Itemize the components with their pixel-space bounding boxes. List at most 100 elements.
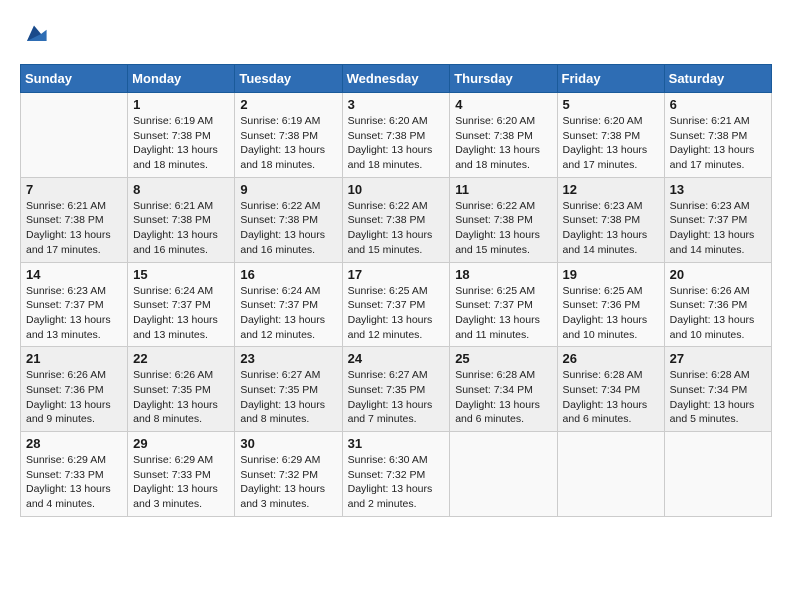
day-number: 29 [133, 436, 229, 451]
calendar-cell: 10 Sunrise: 6:22 AMSunset: 7:38 PMDayligh… [342, 177, 450, 262]
column-header-saturday: Saturday [664, 65, 771, 93]
day-number: 24 [348, 351, 445, 366]
day-info: Sunrise: 6:25 AMSunset: 7:37 PMDaylight:… [455, 284, 551, 343]
day-number: 16 [240, 267, 336, 282]
day-number: 20 [670, 267, 766, 282]
calendar-cell: 27Sunrise: 6:28 AMSunset: 7:34 PMDayligh… [664, 347, 771, 432]
calendar-cell: 9 Sunrise: 6:22 AMSunset: 7:38 PMDaylight… [235, 177, 342, 262]
day-info: Sunrise: 6:28 AMSunset: 7:34 PMDaylight:… [563, 368, 659, 427]
calendar-week-5: 28 Sunrise: 6:29 AMSunset: 7:33 PMDayligh… [21, 432, 772, 517]
day-number: 15 [133, 267, 229, 282]
calendar-cell: 6 Sunrise: 6:21 AMSunset: 7:38 PMDaylight… [664, 93, 771, 178]
calendar-cell: 30 Sunrise: 6:29 AMSunset: 7:32 PMDayligh… [235, 432, 342, 517]
logo [20, 20, 52, 48]
day-info: Sunrise: 6:25 AMSunset: 7:37 PMDaylight:… [348, 284, 445, 343]
day-number: 8 [133, 182, 229, 197]
day-number: 30 [240, 436, 336, 451]
calendar-cell: 15 Sunrise: 6:24 AMSunset: 7:37 PMDayligh… [128, 262, 235, 347]
day-info: Sunrise: 6:26 AMSunset: 7:36 PMDaylight:… [670, 284, 766, 343]
calendar-cell: 12Sunrise: 6:23 AMSunset: 7:38 PMDayligh… [557, 177, 664, 262]
day-number: 25 [455, 351, 551, 366]
calendar-cell: 26 Sunrise: 6:28 AMSunset: 7:34 PMDayligh… [557, 347, 664, 432]
logo-icon [20, 20, 48, 48]
day-number: 18 [455, 267, 551, 282]
day-info: Sunrise: 6:29 AMSunset: 7:33 PMDaylight:… [26, 453, 122, 512]
column-header-tuesday: Tuesday [235, 65, 342, 93]
day-info: Sunrise: 6:29 AMSunset: 7:33 PMDaylight:… [133, 453, 229, 512]
day-number: 5 [563, 97, 659, 112]
day-info: Sunrise: 6:21 AMSunset: 7:38 PMDaylight:… [670, 114, 766, 173]
calendar-cell: 19Sunrise: 6:25 AMSunset: 7:36 PMDayligh… [557, 262, 664, 347]
calendar-cell: 25Sunrise: 6:28 AMSunset: 7:34 PMDayligh… [450, 347, 557, 432]
calendar-cell: 29 Sunrise: 6:29 AMSunset: 7:33 PMDayligh… [128, 432, 235, 517]
day-number: 21 [26, 351, 122, 366]
calendar-body: 1 Sunrise: 6:19 AMSunset: 7:38 PMDaylight… [21, 93, 772, 517]
calendar-week-2: 7 Sunrise: 6:21 AMSunset: 7:38 PMDaylight… [21, 177, 772, 262]
day-number: 9 [240, 182, 336, 197]
day-number: 7 [26, 182, 122, 197]
day-number: 28 [26, 436, 122, 451]
day-number: 6 [670, 97, 766, 112]
column-header-monday: Monday [128, 65, 235, 93]
day-number: 13 [670, 182, 766, 197]
calendar-cell: 21Sunrise: 6:26 AMSunset: 7:36 PMDayligh… [21, 347, 128, 432]
day-info: Sunrise: 6:27 AMSunset: 7:35 PMDaylight:… [348, 368, 445, 427]
calendar-cell: 31Sunrise: 6:30 AMSunset: 7:32 PMDayligh… [342, 432, 450, 517]
calendar-header: SundayMondayTuesdayWednesdayThursdayFrid… [21, 65, 772, 93]
calendar-cell: 28 Sunrise: 6:29 AMSunset: 7:33 PMDayligh… [21, 432, 128, 517]
column-header-wednesday: Wednesday [342, 65, 450, 93]
day-info: Sunrise: 6:24 AMSunset: 7:37 PMDaylight:… [240, 284, 336, 343]
day-info: Sunrise: 6:22 AMSunset: 7:38 PMDaylight:… [455, 199, 551, 258]
day-number: 11 [455, 182, 551, 197]
day-number: 26 [563, 351, 659, 366]
day-number: 4 [455, 97, 551, 112]
calendar-table: SundayMondayTuesdayWednesdayThursdayFrid… [20, 64, 772, 517]
calendar-week-4: 21Sunrise: 6:26 AMSunset: 7:36 PMDayligh… [21, 347, 772, 432]
calendar-cell [664, 432, 771, 517]
column-header-thursday: Thursday [450, 65, 557, 93]
calendar-cell: 5 Sunrise: 6:20 AMSunset: 7:38 PMDaylight… [557, 93, 664, 178]
day-number: 23 [240, 351, 336, 366]
calendar-cell: 14Sunrise: 6:23 AMSunset: 7:37 PMDayligh… [21, 262, 128, 347]
calendar-cell: 8Sunrise: 6:21 AMSunset: 7:38 PMDaylight… [128, 177, 235, 262]
day-info: Sunrise: 6:23 AMSunset: 7:37 PMDaylight:… [670, 199, 766, 258]
calendar-cell: 2Sunrise: 6:19 AMSunset: 7:38 PMDaylight… [235, 93, 342, 178]
calendar-cell: 3Sunrise: 6:20 AMSunset: 7:38 PMDaylight… [342, 93, 450, 178]
day-info: Sunrise: 6:27 AMSunset: 7:35 PMDaylight:… [240, 368, 336, 427]
day-info: Sunrise: 6:29 AMSunset: 7:32 PMDaylight:… [240, 453, 336, 512]
day-number: 2 [240, 97, 336, 112]
day-number: 17 [348, 267, 445, 282]
calendar-cell [557, 432, 664, 517]
calendar-cell: 22Sunrise: 6:26 AMSunset: 7:35 PMDayligh… [128, 347, 235, 432]
day-info: Sunrise: 6:20 AMSunset: 7:38 PMDaylight:… [563, 114, 659, 173]
day-info: Sunrise: 6:24 AMSunset: 7:37 PMDaylight:… [133, 284, 229, 343]
calendar-week-1: 1 Sunrise: 6:19 AMSunset: 7:38 PMDaylight… [21, 93, 772, 178]
calendar-cell [450, 432, 557, 517]
day-number: 1 [133, 97, 229, 112]
day-info: Sunrise: 6:26 AMSunset: 7:35 PMDaylight:… [133, 368, 229, 427]
day-number: 3 [348, 97, 445, 112]
calendar-week-3: 14Sunrise: 6:23 AMSunset: 7:37 PMDayligh… [21, 262, 772, 347]
calendar-cell: 17 Sunrise: 6:25 AMSunset: 7:37 PMDayligh… [342, 262, 450, 347]
day-info: Sunrise: 6:20 AMSunset: 7:38 PMDaylight:… [455, 114, 551, 173]
day-info: Sunrise: 6:21 AMSunset: 7:38 PMDaylight:… [26, 199, 122, 258]
calendar-cell: 1 Sunrise: 6:19 AMSunset: 7:38 PMDaylight… [128, 93, 235, 178]
day-number: 14 [26, 267, 122, 282]
calendar-cell: 24 Sunrise: 6:27 AMSunset: 7:35 PMDayligh… [342, 347, 450, 432]
page-header [20, 20, 772, 48]
column-header-sunday: Sunday [21, 65, 128, 93]
calendar-cell: 16 Sunrise: 6:24 AMSunset: 7:37 PMDayligh… [235, 262, 342, 347]
day-info: Sunrise: 6:22 AMSunset: 7:38 PMDaylight:… [240, 199, 336, 258]
calendar-cell: 20 Sunrise: 6:26 AMSunset: 7:36 PMDayligh… [664, 262, 771, 347]
day-number: 19 [563, 267, 659, 282]
calendar-cell: 11 Sunrise: 6:22 AMSunset: 7:38 PMDayligh… [450, 177, 557, 262]
calendar-cell: 23 Sunrise: 6:27 AMSunset: 7:35 PMDayligh… [235, 347, 342, 432]
calendar-cell: 7 Sunrise: 6:21 AMSunset: 7:38 PMDaylight… [21, 177, 128, 262]
column-header-friday: Friday [557, 65, 664, 93]
day-number: 12 [563, 182, 659, 197]
day-number: 10 [348, 182, 445, 197]
day-info: Sunrise: 6:22 AMSunset: 7:38 PMDaylight:… [348, 199, 445, 258]
day-info: Sunrise: 6:19 AMSunset: 7:38 PMDaylight:… [133, 114, 229, 173]
calendar-cell: 13 Sunrise: 6:23 AMSunset: 7:37 PMDayligh… [664, 177, 771, 262]
day-number: 27 [670, 351, 766, 366]
